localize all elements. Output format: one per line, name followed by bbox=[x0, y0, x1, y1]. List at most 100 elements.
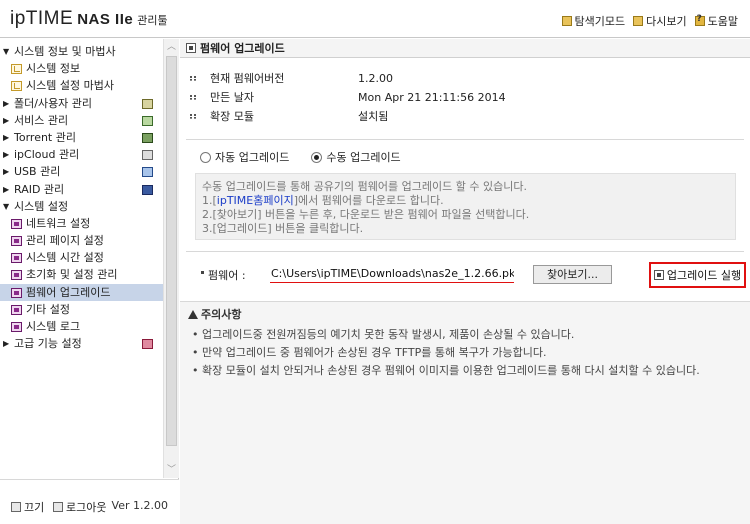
file-path-text: C:\Users\ipTIME\Downloads\nas2e_1.2.66.p… bbox=[271, 267, 514, 280]
sidebar-item-admin-page[interactable]: 관리 페이지 설정 bbox=[0, 232, 163, 249]
sidebar-item-folder-user[interactable]: ▶ 폴더/사용자 관리 bbox=[0, 95, 163, 112]
settings-box-icon bbox=[11, 218, 22, 229]
firmware-file-row: 펌웨어 : C:\Users\ipTIME\Downloads\nas2e_1.… bbox=[180, 261, 750, 288]
help-link[interactable]: 도움말 bbox=[694, 13, 738, 29]
radio-label: 수동 업그레이드 bbox=[326, 151, 401, 164]
explorer-mode-link[interactable]: 탐색기모드 bbox=[561, 13, 626, 29]
sidebar-item-label: 시스템 로그 bbox=[26, 320, 81, 333]
sidebar-item-system-time[interactable]: 시스템 시간 설정 bbox=[0, 249, 163, 266]
sidebar-item-system-info-wizard[interactable]: ▼ 시스템 정보 및 마법사 bbox=[0, 43, 163, 60]
instruction-line: 3.[업그레이드] 버튼을 클릭합니다. bbox=[202, 222, 364, 235]
radio-label: 자동 업그레이드 bbox=[215, 151, 290, 164]
logo-brand: ipTIME bbox=[10, 8, 74, 29]
sidebar-item-torrent[interactable]: ▶ Torrent 관리 bbox=[0, 129, 163, 146]
power-off-label: 끄기 bbox=[24, 501, 45, 514]
nav-tree: ▼ 시스템 정보 및 마법사 시스템 정보 시스템 설정 마법사 ▶ 폴더/사용… bbox=[0, 43, 163, 352]
instruction-line: 2.[찾아보기] 버튼을 누른 후, 다운로드 받은 펌웨어 파일을 선택합니다… bbox=[202, 208, 530, 221]
power-icon bbox=[11, 502, 21, 512]
sidebar-item-misc-settings[interactable]: 기타 설정 bbox=[0, 301, 163, 318]
logout-button[interactable]: 로그아웃 bbox=[53, 499, 106, 515]
sidebar-item-label: 초기화 및 설정 관리 bbox=[26, 268, 118, 282]
chevron-right-icon: ▶ bbox=[3, 98, 10, 108]
settings-box-icon bbox=[11, 287, 22, 298]
instruction-line: 수동 업그레이드를 통해 공유기의 펌웨어를 업그레이드 할 수 있습니다. bbox=[202, 180, 527, 193]
manual-upgrade-radio[interactable]: 수동 업그레이드 bbox=[311, 149, 401, 165]
sidebar-item-network[interactable]: 네트워크 설정 bbox=[0, 215, 163, 232]
divider bbox=[186, 251, 744, 252]
sidebar-item-label: ipCloud 관리 bbox=[14, 148, 80, 162]
notice-panel: 주의사항 • 업그레이드중 전원꺼짐등의 예기치 못한 동작 발생시, 제품이 … bbox=[180, 301, 750, 524]
instruction-suffix: ]에서 펌웨어를 다운로드 합니다. bbox=[293, 194, 444, 207]
bullet-icon bbox=[190, 95, 196, 100]
panel-title-icon bbox=[186, 43, 196, 53]
sidebar: ▼ 시스템 정보 및 마법사 시스템 정보 시스템 설정 마법사 ▶ 폴더/사용… bbox=[0, 39, 179, 524]
chevron-right-icon: ▶ bbox=[3, 132, 10, 142]
sidebar-item-firmware-upgrade[interactable]: 펌웨어 업그레이드 bbox=[0, 283, 163, 301]
sidebar-item-label: 관리 페이지 설정 bbox=[26, 234, 104, 248]
sidebar-item-label: 기타 설정 bbox=[26, 302, 70, 316]
sidebar-item-service[interactable]: ▶ 서비스 관리 bbox=[0, 112, 163, 129]
chevron-right-icon: ▶ bbox=[3, 184, 10, 194]
sidebar-item-label: 펌웨어 업그레이드 bbox=[26, 285, 111, 299]
sidebar-item-ipcloud[interactable]: ▶ ipCloud 관리 bbox=[0, 146, 163, 163]
notice-item: • 확장 모듈이 설치 안되거나 손상된 경우 펌웨어 이미지를 이용한 업그레… bbox=[192, 364, 700, 377]
settings-box-icon bbox=[11, 270, 22, 281]
version-text: Ver 1.2.00 bbox=[111, 499, 168, 512]
chart-icon bbox=[11, 64, 22, 75]
service-icon bbox=[142, 115, 153, 126]
sidebar-item-reset-config[interactable]: 초기화 및 설정 관리 bbox=[0, 266, 163, 283]
info-key: 확장 모듈 bbox=[210, 110, 254, 123]
refresh-link[interactable]: 다시보기 bbox=[633, 13, 687, 29]
browse-button[interactable]: 찾아보기... bbox=[533, 265, 612, 284]
radio-on-icon bbox=[311, 151, 323, 163]
sidebar-item-label: Torrent 관리 bbox=[14, 130, 76, 144]
firmware-file-label: 펌웨어 : bbox=[208, 269, 246, 282]
manual-upgrade-instructions: 수동 업그레이드를 통해 공유기의 펌웨어를 업그레이드 할 수 있습니다. 1… bbox=[195, 173, 736, 240]
info-value: 1.2.00 bbox=[358, 72, 393, 85]
scroll-down-icon[interactable]: ﹀ bbox=[164, 462, 179, 478]
upgrade-mode-group: 자동 업그레이드 수동 업그레이드 bbox=[200, 149, 401, 165]
scroll-thumb[interactable] bbox=[166, 56, 177, 446]
chevron-down-icon: ▼ bbox=[3, 201, 10, 211]
advanced-icon bbox=[142, 339, 153, 350]
firmware-file-path[interactable]: C:\Users\ipTIME\Downloads\nas2e_1.2.66.p… bbox=[270, 265, 514, 283]
sidebar-item-usb[interactable]: ▶ USB 관리 bbox=[0, 163, 163, 180]
notice-title: 주의사항 bbox=[188, 306, 241, 322]
settings-box-icon bbox=[11, 236, 22, 247]
bullet-icon bbox=[190, 114, 196, 119]
sidebar-item-label: 시스템 시간 설정 bbox=[26, 251, 104, 265]
sidebar-item-setup-wizard[interactable]: 시스템 설정 마법사 bbox=[0, 77, 163, 94]
warning-icon bbox=[188, 309, 198, 319]
notice-title-text: 주의사항 bbox=[201, 308, 242, 321]
power-off-button[interactable]: 끄기 bbox=[11, 499, 44, 515]
sidebar-item-label: 시스템 정보 bbox=[26, 62, 81, 76]
scroll-up-icon[interactable]: ︿ bbox=[164, 39, 179, 55]
sidebar-item-label: 시스템 설정 마법사 bbox=[26, 79, 114, 93]
divider bbox=[186, 139, 744, 140]
auto-upgrade-radio[interactable]: 자동 업그레이드 bbox=[200, 149, 289, 165]
logout-icon bbox=[53, 502, 63, 512]
help-icon bbox=[694, 14, 705, 26]
sidebar-item-label: 네트워크 설정 bbox=[26, 216, 91, 230]
settings-box-icon bbox=[11, 322, 22, 332]
sidebar-item-label: 시스템 설정 bbox=[14, 199, 69, 213]
notice-item: • 업그레이드중 전원꺼짐등의 예기치 못한 동작 발생시, 제품이 손상될 수… bbox=[192, 328, 575, 341]
sidebar-item-system-settings[interactable]: ▼ 시스템 설정 bbox=[0, 198, 163, 215]
sidebar-item-system-log[interactable]: 시스템 로그 bbox=[0, 318, 163, 335]
help-label: 도움말 bbox=[707, 15, 738, 28]
iptime-homepage-link[interactable]: ipTIME홈페이지 bbox=[217, 194, 294, 207]
sidebar-item-advanced[interactable]: ▶ 고급 기능 설정 bbox=[0, 335, 163, 352]
sidebar-item-label: 폴더/사용자 관리 bbox=[14, 96, 93, 110]
sidebar-item-raid[interactable]: ▶ RAID 관리 bbox=[0, 181, 163, 198]
sidebar-item-system-info[interactable]: 시스템 정보 bbox=[0, 60, 163, 77]
page-title: 펌웨어 업그레이드 bbox=[200, 42, 285, 55]
info-value: Mon Apr 21 21:11:56 2014 bbox=[358, 91, 506, 104]
refresh-icon bbox=[633, 16, 644, 26]
info-row-version: 현재 펌웨어버전 1.2.00 bbox=[180, 69, 750, 88]
explorer-mode-label: 탐색기모드 bbox=[574, 15, 626, 28]
top-links: 탐색기모드 다시보기 도움말 bbox=[561, 13, 738, 29]
red-underline bbox=[270, 282, 514, 283]
sidebar-item-label: 서비스 관리 bbox=[14, 113, 69, 127]
upgrade-run-button[interactable]: 업그레이드 실행 bbox=[649, 262, 746, 288]
sidebar-scrollbar[interactable]: ︿ ﹀ bbox=[163, 39, 179, 478]
